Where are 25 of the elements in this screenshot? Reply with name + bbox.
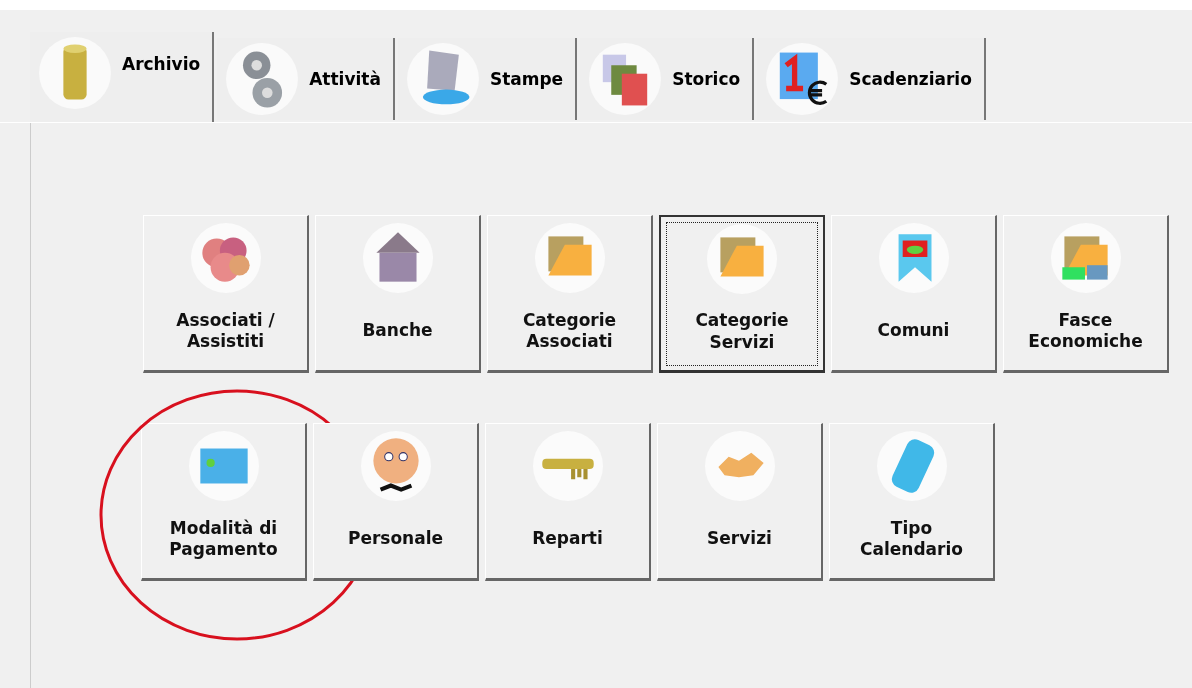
toolbar-button[interactable]: Personale xyxy=(313,423,479,581)
ribbon-icon xyxy=(877,222,950,294)
toolbar-button[interactable]: Modalità di Pagamento xyxy=(141,423,307,581)
folder-icon xyxy=(706,223,778,295)
toolbar-button[interactable]: Comuni xyxy=(831,215,997,373)
papers-icon xyxy=(588,42,663,116)
toolbar-button[interactable]: Categorie Associati xyxy=(487,215,653,373)
balls-icon xyxy=(189,222,262,294)
face-icon xyxy=(359,430,432,502)
folder-icon xyxy=(1049,222,1122,294)
gears-icon xyxy=(225,42,300,116)
toolbar-button[interactable]: Fasce Economiche xyxy=(1003,215,1169,373)
toolbar-button[interactable]: Banche xyxy=(315,215,481,373)
key-icon xyxy=(531,430,604,502)
toolbar-button[interactable]: Categorie Servizi xyxy=(659,215,825,373)
toolbar-button[interactable]: Reparti xyxy=(485,423,651,581)
printer-icon xyxy=(405,42,480,116)
toolbar-button[interactable]: Servizi xyxy=(657,423,823,581)
bank-icon xyxy=(361,222,434,294)
folder-icon xyxy=(533,222,606,294)
toolbar-button[interactable]: Tipo Calendario xyxy=(829,423,995,581)
cylinder-icon xyxy=(38,36,112,110)
toolbar-button[interactable]: Associati / Assistiti xyxy=(143,215,309,373)
calendar-euro-icon xyxy=(765,42,840,116)
card-icon xyxy=(187,430,260,502)
